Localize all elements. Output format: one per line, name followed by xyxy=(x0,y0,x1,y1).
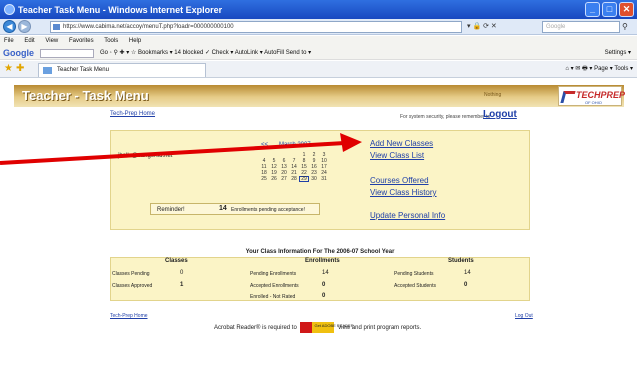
arrow-shaft xyxy=(0,141,346,165)
arrow-head xyxy=(340,133,362,152)
red-annotation-arrow xyxy=(0,133,362,165)
